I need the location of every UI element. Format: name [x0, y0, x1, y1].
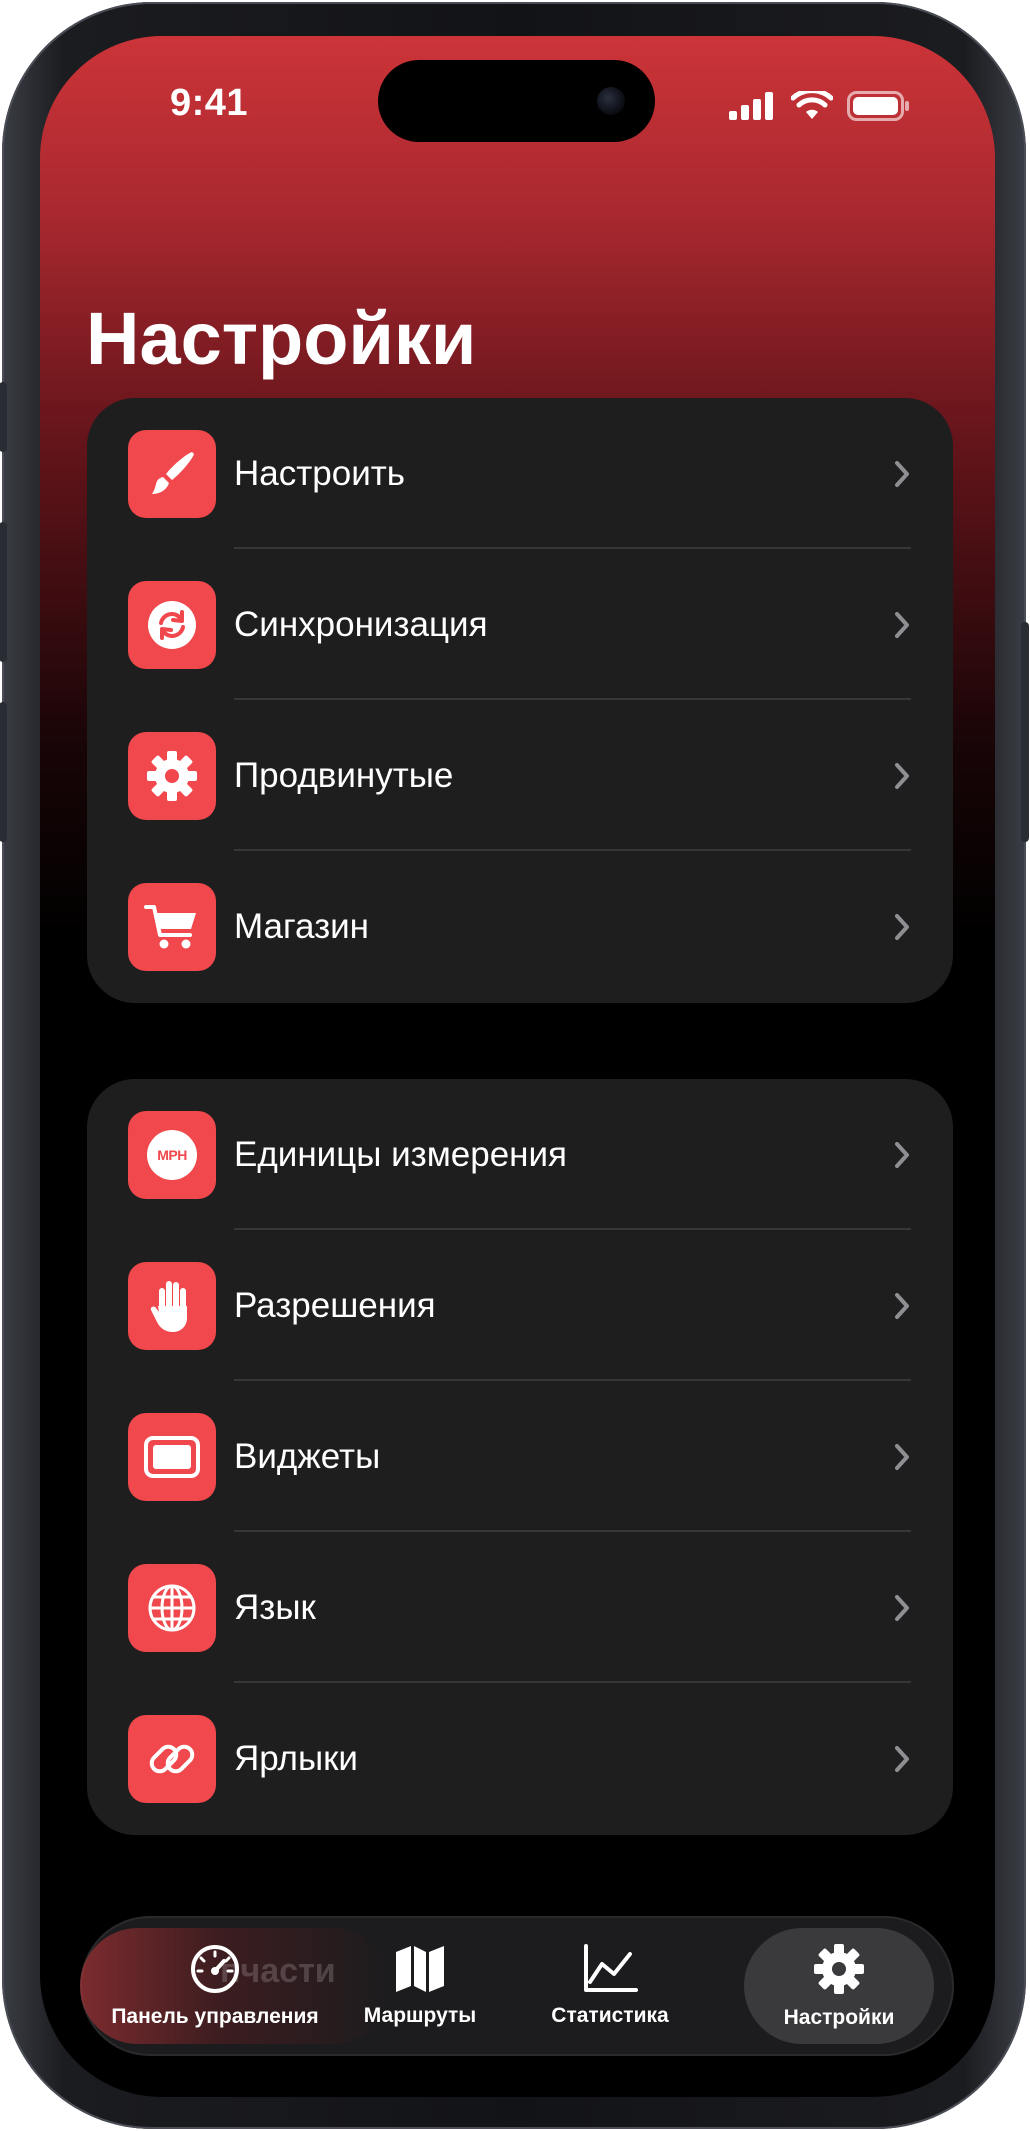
tab-settings[interactable]: Настройки — [744, 1928, 934, 2044]
tab-label: Статистика — [551, 2004, 669, 2027]
widget-icon — [128, 1413, 216, 1501]
settings-row-label: Продвинутые — [234, 756, 454, 795]
mph-icon: MPH — [128, 1111, 216, 1199]
gear-icon — [128, 732, 216, 820]
tab-dashboard[interactable]: Панель управления — [110, 1916, 320, 2056]
link-icon — [128, 1715, 216, 1803]
settings-group-2: MPH Единицы измерения Разрешения Виджеты… — [87, 1079, 953, 1835]
tab-routes[interactable]: Маршруты — [340, 1916, 500, 2056]
settings-group-1: Настроить Синхронизация Продвинутые Мага… — [87, 398, 953, 1003]
side-button — [1021, 622, 1029, 842]
wifi-icon — [791, 91, 833, 119]
hand-icon — [128, 1262, 216, 1350]
phone-frame: 9:41 Настройки Настроить Синхронизация П… — [0, 2, 1029, 2129]
status-time: 9:41 — [170, 82, 249, 124]
settings-row-label: Язык — [234, 1588, 316, 1627]
chevron-right-icon — [893, 1079, 911, 1230]
settings-row-label: Виджеты — [234, 1437, 381, 1476]
mph-icon-text: MPH — [157, 1147, 187, 1163]
battery-icon — [847, 91, 909, 121]
action-button — [0, 382, 7, 452]
speedometer-icon — [191, 1945, 239, 1993]
volume-down-button — [0, 702, 7, 842]
gear-icon — [814, 1944, 864, 1994]
tab-statistics[interactable]: Статистика — [520, 1916, 700, 2056]
settings-row-label: Разрешения — [234, 1286, 436, 1325]
settings-row-customize[interactable]: Настроить — [87, 398, 953, 549]
settings-row-permissions[interactable]: Разрешения — [87, 1230, 953, 1381]
sync-icon — [128, 581, 216, 669]
settings-row-label: Единицы измерения — [234, 1135, 568, 1174]
settings-row-sync[interactable]: Синхронизация — [87, 549, 953, 700]
chevron-right-icon — [893, 549, 911, 700]
settings-row-advanced[interactable]: Продвинутые — [87, 700, 953, 851]
volume-up-button — [0, 522, 7, 662]
signal-icon — [729, 92, 773, 120]
chevron-right-icon — [893, 398, 911, 549]
screen: 9:41 Настройки Настроить Синхронизация П… — [40, 36, 995, 2097]
front-camera — [597, 87, 625, 115]
settings-row-shortcuts[interactable]: Ярлыки — [87, 1683, 953, 1834]
chevron-right-icon — [893, 700, 911, 851]
dynamic-island — [378, 60, 655, 142]
settings-row-label: Синхронизация — [234, 605, 488, 644]
settings-row-label: Ярлыки — [234, 1739, 358, 1778]
chevron-right-icon — [893, 1381, 911, 1532]
settings-row-language[interactable]: Язык — [87, 1532, 953, 1683]
chevron-right-icon — [893, 1683, 911, 1834]
tab-label: Настройки — [783, 2006, 895, 2029]
settings-row-label: Настроить — [234, 454, 406, 493]
status-icons — [729, 88, 911, 124]
settings-row-units[interactable]: MPH Единицы измерения — [87, 1079, 953, 1230]
tab-label: Маршруты — [363, 2004, 477, 2027]
chevron-right-icon — [893, 851, 911, 1002]
globe-icon — [128, 1564, 216, 1652]
chart-icon — [584, 1944, 638, 1992]
settings-row-store[interactable]: Магазин — [87, 851, 953, 1002]
tab-label: Панель управления — [111, 2005, 319, 2028]
chevron-right-icon — [893, 1230, 911, 1381]
settings-row-widgets[interactable]: Виджеты — [87, 1381, 953, 1532]
page-title: Настройки — [86, 297, 477, 380]
tab-bar: пчасти Панель управления Маршруты Статис… — [80, 1916, 954, 2056]
map-icon — [396, 1946, 444, 1992]
settings-row-label: Магазин — [234, 907, 370, 946]
cart-icon — [128, 883, 216, 971]
chevron-right-icon — [893, 1532, 911, 1683]
paintbrush-icon — [128, 430, 216, 518]
